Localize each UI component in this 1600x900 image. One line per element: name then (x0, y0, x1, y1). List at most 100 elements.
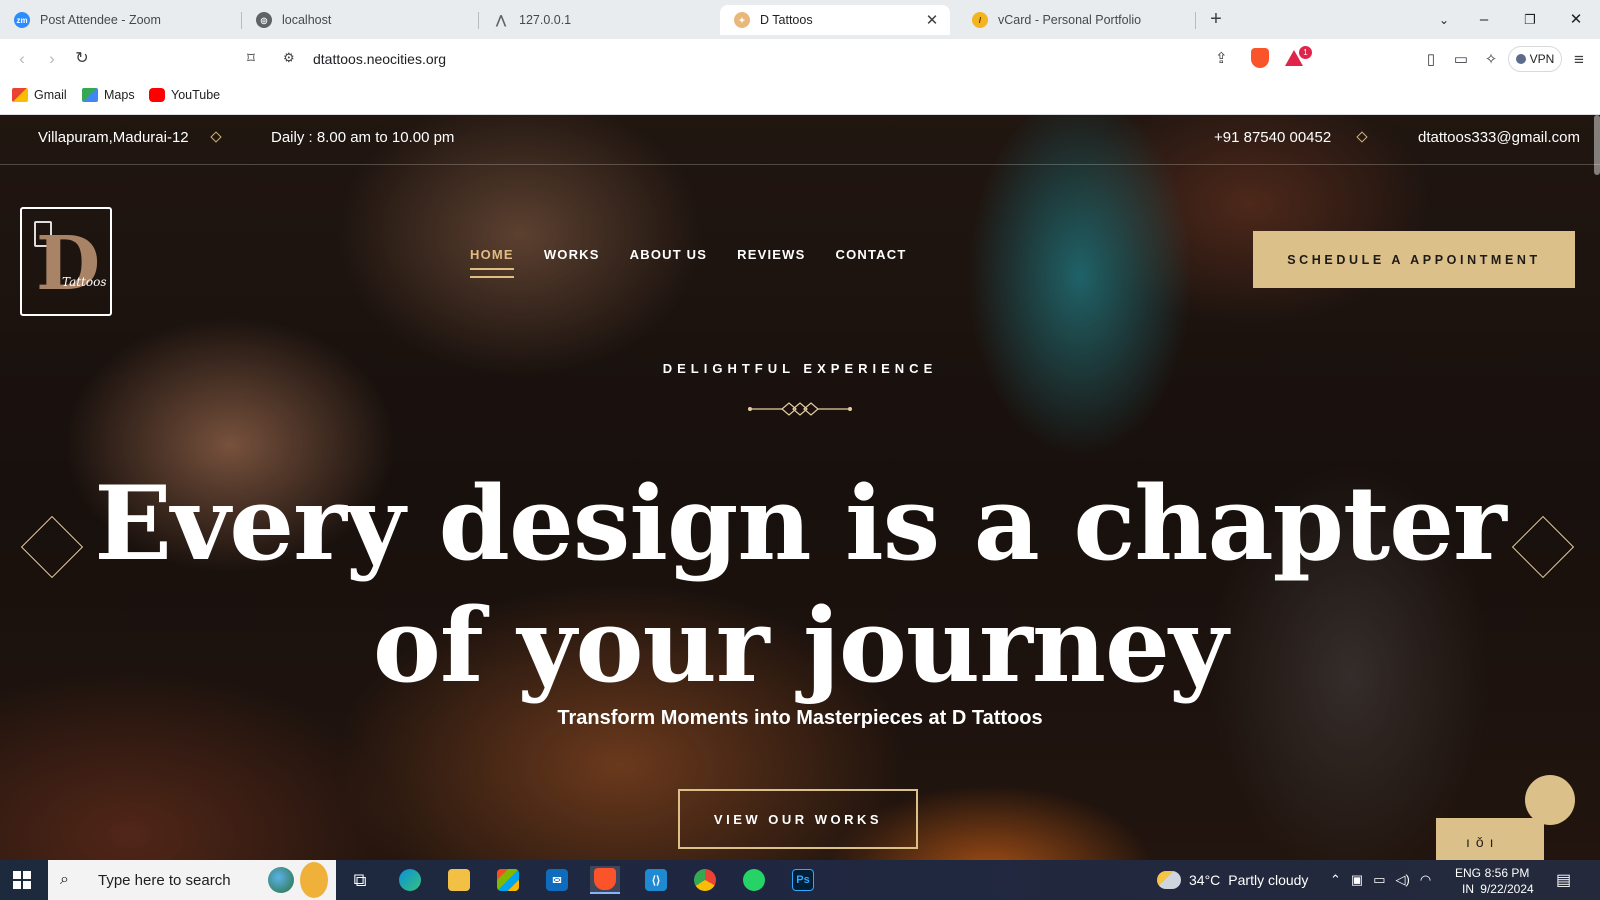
minimize-button[interactable]: – (1472, 9, 1496, 31)
notifications-icon[interactable]: ▤ (1556, 860, 1571, 900)
phone-text[interactable]: +91 87540 00452 (1214, 129, 1331, 146)
site-logo[interactable]: D Tattoos (20, 207, 112, 316)
tattoo-icon: ✦ (734, 12, 750, 28)
tab-d-tattoos[interactable]: ✦ D Tattoos ✕ (720, 5, 950, 35)
hero-tagline: DELIGHTFUL EXPERIENCE (662, 361, 938, 376)
page-scrollbar[interactable] (1594, 115, 1600, 175)
file-explorer-app[interactable] (444, 866, 474, 894)
search-icon: ⌕ (60, 871, 69, 888)
nav-contact[interactable]: CONTACT (836, 247, 907, 262)
address-text: Villapuram,Madurai-12 (38, 129, 189, 146)
edge-app[interactable] (395, 866, 425, 894)
leo-ai-icon[interactable]: ✧ (1480, 49, 1502, 71)
meet-now-icon[interactable]: ▣ (1351, 872, 1363, 888)
chrome-icon (694, 869, 716, 891)
diamond-divider-icon (210, 131, 222, 143)
bookmark-icon[interactable]: ⌑ (240, 49, 262, 71)
tab-localhost[interactable]: ◎ localhost (242, 5, 472, 35)
brave-app[interactable] (590, 866, 620, 894)
maps-icon (82, 88, 98, 102)
tab-title: localhost (282, 13, 332, 27)
gmail-icon (12, 88, 28, 102)
taskbar-search[interactable]: ⌕ Type here to search (48, 860, 336, 900)
store-app[interactable] (493, 866, 523, 894)
rewards-badge: 1 (1299, 46, 1312, 59)
show-hidden-icons-chevron-icon[interactable]: ⌃ (1330, 872, 1341, 888)
whatsapp-app[interactable] (739, 866, 769, 894)
email-text[interactable]: dtattoos333@gmail.com (1418, 129, 1580, 146)
view-our-works-button[interactable]: VIEW OUR WORKS (678, 789, 918, 849)
tab-zoom[interactable]: zm Post Attendee - Zoom (0, 5, 230, 35)
new-tab-button[interactable]: + (1205, 8, 1227, 30)
vscode-app[interactable]: ⟨⟩ (641, 866, 671, 894)
close-window-button[interactable]: ✕ (1564, 9, 1588, 31)
hero-subheading: Transform Moments into Masterpieces at D… (557, 707, 1043, 729)
search-placeholder: Type here to search (98, 871, 231, 889)
bookmark-label: Gmail (34, 88, 67, 102)
weather-widget[interactable]: 34°C Partly cloudy (1157, 860, 1308, 900)
schedule-appointment-button[interactable]: SCHEDULE A APPOINTMENT (1253, 231, 1575, 288)
sidebar-icon[interactable]: ▯ (1420, 49, 1442, 71)
wallet-icon[interactable]: ▭ (1450, 49, 1472, 71)
tab-title: vCard - Personal Portfolio (998, 13, 1142, 27)
logo-script: Tattoos (62, 275, 107, 289)
tab-separator (1195, 12, 1196, 29)
close-tab-icon[interactable]: ✕ (924, 11, 940, 29)
zoom-icon: zm (14, 12, 30, 28)
reload-button[interactable]: ↻ (71, 49, 93, 71)
tab-vcard[interactable]: / vCard - Personal Portfolio (958, 5, 1188, 35)
nav-about-us[interactable]: ABOUT US (630, 247, 708, 262)
info-bar: Villapuram,Madurai-12 Daily : 8.00 am to… (0, 115, 1600, 165)
diamond-divider-icon (1356, 131, 1368, 143)
share-icon[interactable]: ⇪ (1215, 49, 1228, 67)
tab-127[interactable]: ⋀ 127.0.0.1 (479, 5, 709, 35)
nav-home[interactable]: HOME (470, 247, 514, 278)
menu-icon[interactable]: ≡ (1568, 49, 1590, 71)
whatsapp-icon (743, 869, 765, 891)
tab-search-chevron-icon[interactable]: ⌄ (1432, 9, 1456, 31)
brave-shields-icon[interactable] (1251, 48, 1269, 68)
vscode-icon: ⟨⟩ (645, 869, 667, 891)
folder-icon (448, 869, 470, 891)
main-nav: HOME WORKS ABOUT US REVIEWS CONTACT (470, 247, 907, 278)
vpn-label: VPN (1529, 52, 1555, 66)
site-icon: ⋀ (496, 13, 506, 27)
system-tray: ⌃ ▣ ▭ ◁) ◠ (1330, 860, 1431, 900)
tab-title: D Tattoos (760, 13, 813, 27)
mail-icon: ✉ (546, 869, 568, 891)
bookmark-label: YouTube (171, 88, 221, 102)
restore-button[interactable]: ❐ (1518, 9, 1542, 31)
mail-app[interactable]: ✉ (542, 866, 572, 894)
start-button[interactable] (13, 871, 31, 889)
search-highlight-globe-icon (268, 867, 294, 893)
task-view-icon[interactable]: ⧉ (345, 866, 375, 894)
battery-icon[interactable]: ▭ (1373, 872, 1385, 888)
bookmark-gmail[interactable]: Gmail (12, 88, 67, 102)
tab-title: Post Attendee - Zoom (40, 13, 161, 27)
weather-temp: 34°C (1189, 872, 1221, 888)
partly-cloudy-icon (1157, 871, 1181, 889)
bookmark-youtube[interactable]: YouTube (149, 88, 220, 102)
bookmark-maps[interactable]: Maps (82, 88, 135, 102)
chrome-app[interactable] (690, 866, 720, 894)
corner-widget[interactable]: ıǒı (1436, 818, 1544, 860)
back-button[interactable]: ‹ (11, 49, 33, 71)
globe-icon: ◎ (256, 12, 272, 28)
vcard-icon: / (972, 12, 988, 28)
volume-icon[interactable]: ◁) (1396, 872, 1410, 888)
nav-reviews[interactable]: REVIEWS (737, 247, 805, 262)
url-text[interactable]: dtattoos.neocities.org (313, 51, 446, 67)
vpn-shield-icon (1515, 54, 1526, 64)
windows-taskbar: ⌕ Type here to search ⧉ ✉ ⟨⟩ Ps 34°C Par… (0, 860, 1600, 900)
clock[interactable]: 8:56 PM 9/22/2024 (1477, 865, 1537, 897)
tab-title: 127.0.0.1 (519, 13, 572, 27)
network-icon[interactable]: ◠ (1420, 872, 1431, 888)
nav-works[interactable]: WORKS (544, 247, 600, 262)
forward-button[interactable]: › (41, 49, 63, 71)
bookmarks-bar: Gmail Maps YouTube (0, 79, 1600, 115)
address-bar[interactable]: ⚙ dtattoos.neocities.org ⇪ 1 (273, 44, 1325, 74)
vpn-button[interactable]: VPN (1508, 46, 1562, 72)
bookmark-label: Maps (104, 88, 135, 102)
site-settings-icon[interactable]: ⚙ (283, 50, 295, 66)
photoshop-app[interactable]: Ps (788, 866, 818, 894)
